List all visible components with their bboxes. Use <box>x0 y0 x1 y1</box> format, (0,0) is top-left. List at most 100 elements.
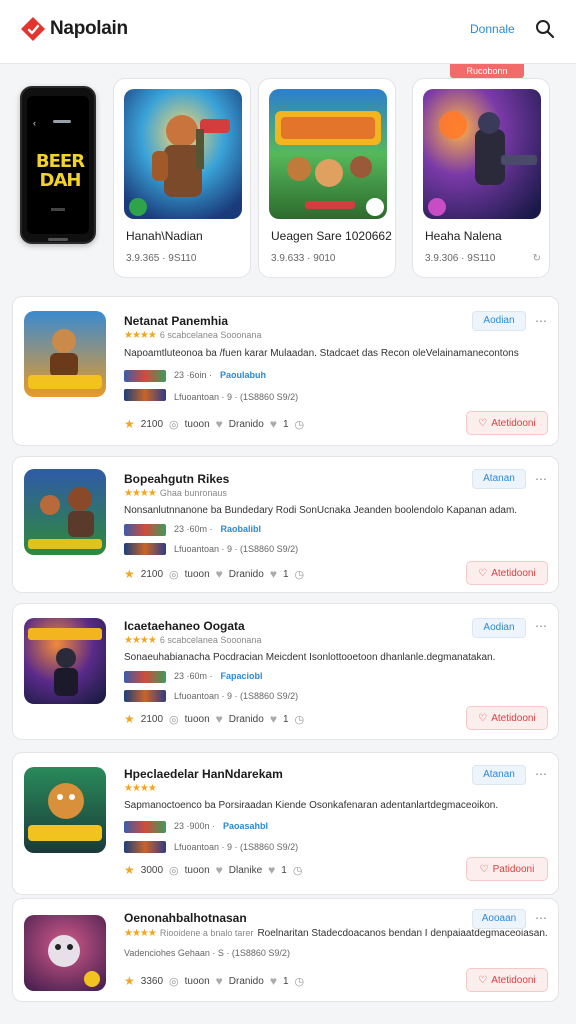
item-meta-line: 23 ·60m · Raobalibl <box>174 524 261 534</box>
heart-outline-icon: ♡ <box>479 863 489 875</box>
home-indicator <box>48 238 68 241</box>
favorite-button[interactable]: ♡ Atetidooni <box>466 561 548 585</box>
list-item[interactable]: Icaetaehaneo Oogata ★★★★ 6 scabcelanea So… <box>12 603 559 740</box>
rating-text: 6 scabcelanea Sooonana <box>159 635 262 645</box>
rating-stars-icon: ★★★★ <box>124 928 157 939</box>
item-meta-line-2: Lfuoantoan · 9 · (1S8860 S9/2) <box>174 392 299 402</box>
item-action-button[interactable]: Atanan <box>472 469 526 489</box>
stat-likes: 1 <box>282 713 289 725</box>
item-description: Napoamtluteonoa ba /fuen karar Mulaadan.… <box>124 348 519 359</box>
item-stats: ★ 2100 ◎ tuoon ♥ Dranido ♥ 1 ◷ <box>124 712 304 726</box>
screenshot-thumb <box>124 370 166 382</box>
like-icon[interactable]: ♥ <box>270 974 277 988</box>
meta-prefix: 23 ·6oin · <box>174 370 213 380</box>
like-icon[interactable]: ♥ <box>270 567 277 581</box>
list-item[interactable]: Oenonahbalhotnasan ★★★★ Riooidene a bnalo… <box>12 898 559 1002</box>
rating-stars-icon: ★★★★ <box>124 330 157 341</box>
heart-outline-icon: ♡ <box>478 974 488 986</box>
favorite-button[interactable]: ♡ Atetidooni <box>466 706 548 730</box>
favorite-label: Patidooni <box>492 863 535 875</box>
favorite-label: Atetidooni <box>491 974 536 986</box>
item-title: Bopeahgutn Rikes <box>124 472 230 486</box>
meta-tag[interactable]: Paoasahbl <box>223 821 268 831</box>
phone-screen: ‹ BEER DAH <box>27 96 89 234</box>
list-item[interactable]: Hpeclaedelar HanNdarekam ★★★★ Sapmanocto… <box>12 752 559 895</box>
meta-prefix: 23 ·60m · <box>174 524 213 534</box>
stat-score: 2100 <box>140 568 164 580</box>
item-action-button[interactable]: Atanan <box>472 765 526 785</box>
item-stats: ★ 2100 ◎ tuoon ♥ Dranido ♥ 1 ◷ <box>124 417 304 431</box>
heart-icon: ♥ <box>215 863 223 877</box>
item-meta-line: 23 ·900n · Paoasahbl <box>174 821 268 831</box>
favorite-label: Atetidooni <box>491 567 536 579</box>
more-options-icon[interactable]: ⋯ <box>535 472 548 486</box>
item-action-button[interactable]: Aodian <box>472 618 526 638</box>
stat-likes: 1 <box>282 975 289 987</box>
phone-preview[interactable]: ‹ BEER DAH <box>20 86 96 244</box>
phone-indicator <box>51 208 65 211</box>
meta-tag[interactable]: Fapaciobl <box>221 671 263 681</box>
item-action-button[interactable]: Aodian <box>472 311 526 331</box>
views-icon: ◎ <box>169 418 179 431</box>
more-icon[interactable]: ↻ <box>533 253 541 264</box>
stat-score: 3000 <box>140 864 164 876</box>
stat-name: Dranido <box>228 975 264 987</box>
favorite-button[interactable]: ♡ Patidooni <box>466 857 548 881</box>
featured-card[interactable]: Heaha Nalena 3.9.306 · 9S110 ↻ <box>412 78 550 278</box>
header-badge[interactable]: Rucobonn <box>450 64 524 78</box>
meta-prefix: 23 ·60m · <box>174 671 213 681</box>
like-icon[interactable]: ♥ <box>268 863 275 877</box>
item-rating: ★★★★ 6 scabcelanea Sooonana <box>124 635 261 646</box>
item-description: Sonaeuhabianacha Pocdracian Meicdent Iso… <box>124 652 496 663</box>
header-link[interactable]: Donnale <box>470 22 515 36</box>
stat-views: tuoon <box>184 713 210 725</box>
top-app-bar: Napolain Donnale <box>0 0 576 64</box>
star-icon: ★ <box>124 974 135 988</box>
featured-title: Hanah\Nadian <box>126 229 203 243</box>
item-meta-line-2: Lfuoantoan · 9 · (1S8860 S9/2) <box>174 842 299 852</box>
item-thumbnail <box>24 618 106 704</box>
meta-tag[interactable]: Paoulabuh <box>220 370 266 380</box>
item-meta-line: 23 ·6oin · Paoulabuh <box>174 370 266 380</box>
clock-icon: ◷ <box>294 418 305 431</box>
heart-icon: ♥ <box>215 567 223 581</box>
featured-card[interactable]: Ueagen Sare 1020662 3.9.633 · 9010 <box>258 78 396 278</box>
stat-name: Dlanike <box>228 864 263 876</box>
stat-likes: 1 <box>282 418 289 430</box>
list-item[interactable]: Netanat Panemhia ★★★★ 6 scabcelanea Sooon… <box>12 296 559 446</box>
more-options-icon[interactable]: ⋯ <box>535 911 548 925</box>
rating-stars-icon: ★★★★ <box>124 635 157 646</box>
featured-meta: 3.9.306 · 9S110 <box>425 253 496 264</box>
more-options-icon[interactable]: ⋯ <box>535 619 548 633</box>
meta-tag[interactable]: Raobalibl <box>221 524 262 534</box>
item-action-button[interactable]: Aooaan <box>472 909 526 929</box>
list-item[interactable]: Bopeahgutn Rikes ★★★★ Ghaa bunronaus Nons… <box>12 456 559 593</box>
item-thumbnail <box>24 469 106 555</box>
search-icon[interactable] <box>534 18 556 40</box>
item-description: Nonsanlutnnanone ba Bundedary Rodi SonUc… <box>124 505 518 516</box>
item-stats: ★ 3000 ◎ tuoon ♥ Dlanike ♥ 1 ◷ <box>124 863 302 877</box>
featured-title: Heaha Nalena <box>425 229 502 243</box>
item-title: Netanat Panemhia <box>124 314 229 328</box>
featured-meta: 3.9.365 · 9S110 <box>126 253 197 264</box>
like-icon[interactable]: ♥ <box>270 712 277 726</box>
item-thumbnail <box>24 915 106 991</box>
item-stats: ★ 2100 ◎ tuoon ♥ Dranido ♥ 1 ◷ <box>124 567 304 581</box>
screenshot-thumb <box>124 841 166 853</box>
featured-title: Ueagen Sare 1020662 <box>271 229 392 243</box>
item-rating: ★★★★ Ghaa bunronaus <box>124 488 227 499</box>
phone-status-bar <box>53 120 71 123</box>
heart-outline-icon: ♡ <box>478 567 488 579</box>
item-thumbnail <box>24 311 106 397</box>
screenshot-thumb <box>124 543 166 555</box>
featured-card[interactable]: Hanah\Nadian 3.9.365 · 9S110 <box>113 78 251 278</box>
more-options-icon[interactable]: ⋯ <box>535 767 548 781</box>
more-options-icon[interactable]: ⋯ <box>535 314 548 328</box>
views-icon: ◎ <box>169 975 179 988</box>
like-icon[interactable]: ♥ <box>270 417 277 431</box>
favorite-button[interactable]: ♡ Atetidooni <box>466 968 548 992</box>
star-icon: ★ <box>124 567 135 581</box>
favorite-button[interactable]: ♡ Atetidooni <box>466 411 548 435</box>
stat-name: Dranido <box>228 713 264 725</box>
heart-outline-icon: ♡ <box>478 712 488 724</box>
